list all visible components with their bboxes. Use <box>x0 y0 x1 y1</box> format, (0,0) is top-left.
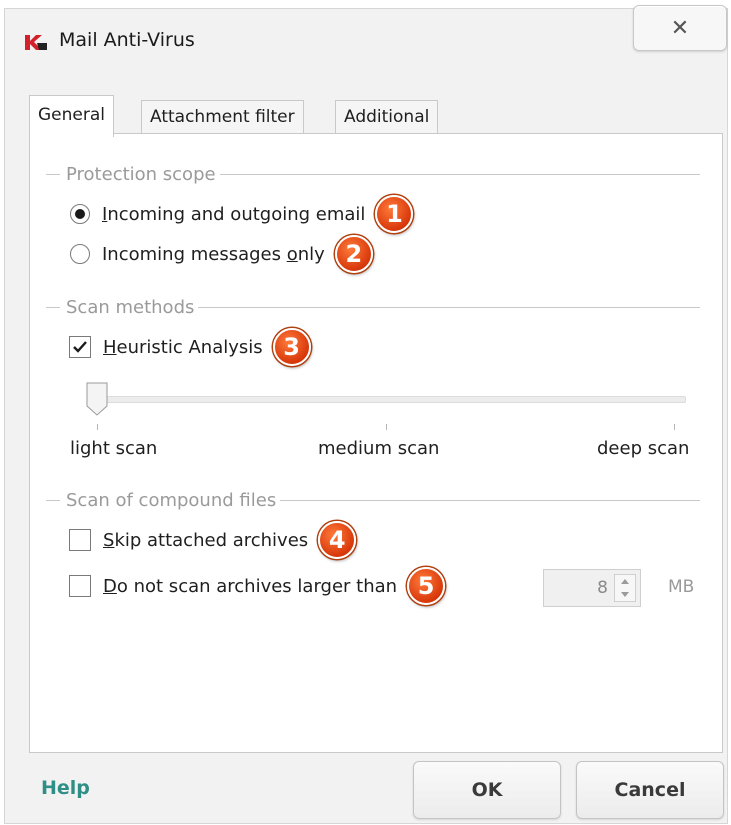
kaspersky-k-icon <box>25 33 47 51</box>
radio-incoming-outgoing[interactable]: Incoming and outgoing email 1 <box>70 195 414 233</box>
slider-tick <box>386 424 387 430</box>
mail-antivirus-dialog: Mail Anti-Virus ✕ General Attachment fil… <box>4 5 728 824</box>
checkbox-label: Heuristic Analysis <box>103 336 263 358</box>
chevron-down-icon[interactable] <box>615 588 635 601</box>
compound-files-heading: Scan of compound files <box>46 488 700 512</box>
spin-arrows[interactable] <box>614 574 636 602</box>
tab-attachment-filter[interactable]: Attachment filter <box>141 100 304 135</box>
chevron-up-icon[interactable] <box>615 575 635 588</box>
close-button[interactable]: ✕ <box>633 5 727 51</box>
checkmark-icon <box>73 341 87 353</box>
checkbox[interactable] <box>69 575 91 597</box>
group-label: Scan of compound files <box>66 489 277 511</box>
group-label: Protection scope <box>66 163 216 185</box>
scan-level-slider-thumb[interactable] <box>86 382 108 416</box>
protection-scope-heading: Protection scope <box>46 162 700 186</box>
skip-archives-checkbox[interactable]: Skip attached archives 4 <box>69 521 357 559</box>
cancel-button[interactable]: Cancel <box>576 761 724 819</box>
radio-label: Incoming messages only <box>102 243 325 265</box>
radio-label: Incoming and outgoing email <box>102 203 366 225</box>
divider <box>198 306 700 308</box>
light-scan-label: light scan <box>70 438 158 459</box>
divider <box>46 499 60 501</box>
general-tab-panel: Protection scope Incoming and outgoing e… <box>29 133 723 753</box>
checkbox[interactable] <box>69 529 91 551</box>
group-label: Scan methods <box>66 296 195 318</box>
checkbox-label: Skip attached archives <box>103 529 309 551</box>
help-link[interactable]: Help <box>41 777 90 799</box>
radio-button-selected[interactable] <box>70 204 90 224</box>
tab-additional[interactable]: Additional <box>335 100 439 135</box>
heuristic-analysis-checkbox[interactable]: Heuristic Analysis 3 <box>69 328 311 366</box>
tab-general[interactable]: General <box>29 95 114 137</box>
close-icon: ✕ <box>670 15 690 41</box>
ok-button[interactable]: OK <box>413 761 561 819</box>
divider <box>46 173 60 175</box>
radio-incoming-only[interactable]: Incoming messages only 2 <box>70 235 373 273</box>
callout-badge: 5 <box>407 567 446 605</box>
callout-badge: 1 <box>375 195 414 233</box>
slider-tick <box>97 424 98 430</box>
scan-methods-heading: Scan methods <box>46 295 700 319</box>
window-title: Mail Anti-Virus <box>59 29 195 51</box>
divider <box>219 173 700 175</box>
divider <box>46 306 60 308</box>
divider <box>280 499 700 501</box>
slider-tick <box>674 424 675 430</box>
size-unit-label: MB <box>668 577 695 597</box>
archive-size-value[interactable]: 8 <box>597 578 608 598</box>
callout-badge: 2 <box>334 235 373 273</box>
archive-size-spinbox[interactable]: 8 <box>543 569 641 607</box>
callout-badge: 4 <box>318 521 357 559</box>
callout-badge: 3 <box>272 328 311 366</box>
title-bar: Mail Anti-Virus ✕ <box>5 5 727 73</box>
checkbox-label: Do not scan archives larger than <box>103 575 398 597</box>
medium-scan-label: medium scan <box>318 438 440 459</box>
deep-scan-label: deep scan <box>597 438 690 459</box>
radio-button[interactable] <box>70 244 90 264</box>
archive-size-limit-checkbox[interactable]: Do not scan archives larger than 5 <box>69 567 446 605</box>
checkbox-checked[interactable] <box>69 336 91 358</box>
scan-level-slider-track[interactable] <box>92 396 686 403</box>
